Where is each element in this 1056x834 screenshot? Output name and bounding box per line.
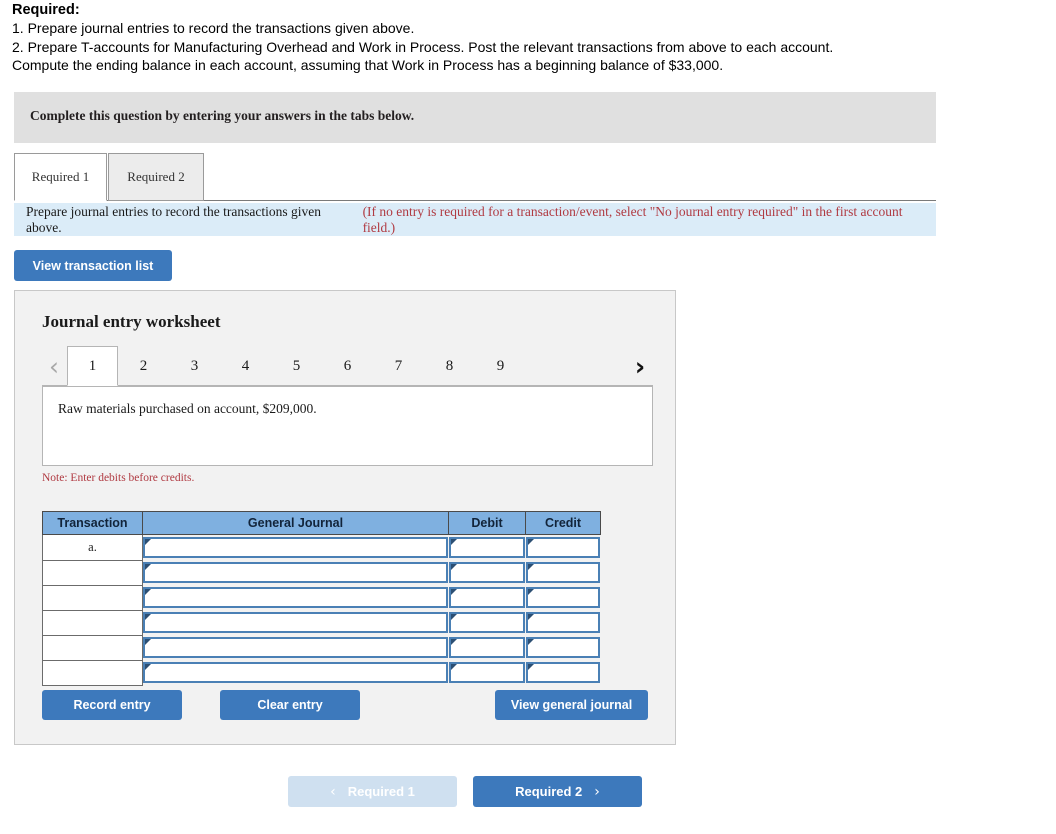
complete-question-banner: Complete this question by entering your … [14,92,936,143]
next-requirement-button[interactable]: Required 2 › [473,776,642,807]
debit-input-3[interactable] [448,587,525,608]
debit-input-6[interactable] [448,662,525,683]
credit-cell-6 [525,660,601,685]
general-journal-cell-2 [143,560,449,585]
general-journal-input-1[interactable] [143,537,448,558]
transaction-label-3 [42,584,143,611]
previous-requirement-label: Required 1 [347,784,415,799]
general-journal-input-3[interactable] [143,587,448,608]
transaction-description-text: Raw materials purchased on account, $209… [58,401,317,416]
table-row [42,559,601,586]
column-header-credit: Credit [525,511,601,535]
credit-input-6[interactable] [525,662,600,683]
general-journal-input-2[interactable] [143,562,448,583]
complete-question-text: Complete this question by entering your … [30,108,415,123]
transaction-label-5 [42,634,143,661]
transaction-label-2 [42,559,143,586]
tab-required-2[interactable]: Required 2 [108,153,204,201]
view-transaction-list-button[interactable]: View transaction list [14,250,172,281]
chevron-right-icon: › [594,783,600,800]
worksheet-page-7[interactable]: 7 [373,346,424,386]
worksheet-page-2[interactable]: 2 [118,346,169,386]
table-row [42,659,601,686]
general-journal-cell-5 [143,635,449,660]
worksheet-page-6[interactable]: 6 [322,346,373,386]
previous-requirement-button[interactable]: ‹ Required 1 [288,776,457,807]
page-title: Required: [12,2,80,18]
credit-cell-2 [525,560,601,585]
column-header-debit: Debit [448,511,526,535]
credit-cell-4 [525,610,601,635]
credit-cell-5 [525,635,601,660]
worksheet-pagination: ‹ 1 2 3 4 5 6 7 8 9 › [42,346,653,386]
general-journal-input-4[interactable] [143,612,448,633]
chevron-left-icon[interactable]: ‹ [42,352,66,380]
journal-entry-table: Transaction General Journal Debit Credit… [42,511,601,686]
transaction-label-4 [42,609,143,636]
required-item-2-continued: Compute the ending balance in each accou… [12,57,724,73]
worksheet-page-8[interactable]: 8 [424,346,475,386]
worksheet-page-3[interactable]: 3 [169,346,220,386]
credit-input-1[interactable] [525,537,600,558]
chevron-left-icon: ‹ [330,783,336,800]
worksheet-page-1[interactable]: 1 [67,346,118,386]
debit-cell-4 [448,610,526,635]
required-section: Required: 1. Prepare journal entries to … [0,0,942,75]
instruction-banner: Prepare journal entries to record the tr… [14,203,936,236]
table-row [42,634,601,661]
requirement-tabs: Required 1 Required 2 [14,153,936,201]
required-item-2: 2. Prepare T-accounts for Manufacturing … [12,38,834,55]
transaction-description-box: Raw materials purchased on account, $209… [42,386,653,466]
instruction-note: (If no entry is required for a transacti… [362,203,903,235]
transaction-label-1: a. [42,534,143,561]
required-item-1: 1. Prepare journal entries to record the… [12,20,415,36]
clear-entry-button[interactable]: Clear entry [220,690,360,720]
general-journal-cell-6 [143,660,449,685]
credit-cell-3 [525,585,601,610]
table-row: a. [42,534,601,561]
table-row [42,584,601,611]
worksheet-title: Journal entry worksheet [42,312,221,331]
column-header-general-journal: General Journal [142,511,449,535]
next-requirement-label: Required 2 [515,784,583,799]
debit-cell-2 [448,560,526,585]
tab-required-1[interactable]: Required 1 [14,153,107,201]
journal-entry-worksheet-panel: Journal entry worksheet ‹ 1 2 3 4 5 6 7 … [14,290,676,745]
worksheet-page-9[interactable]: 9 [475,346,526,386]
general-journal-input-5[interactable] [143,637,448,658]
record-entry-button[interactable]: Record entry [42,690,182,720]
general-journal-input-6[interactable] [143,662,448,683]
debit-cell-6 [448,660,526,685]
debit-cell-3 [448,585,526,610]
instruction-text: Prepare journal entries to record the tr… [26,203,322,235]
credit-input-2[interactable] [525,562,600,583]
column-header-transaction: Transaction [42,511,143,535]
general-journal-cell-4 [143,610,449,635]
debit-input-2[interactable] [448,562,525,583]
tab-required-1-label: Required 1 [31,169,90,184]
general-journal-cell-1 [143,535,449,561]
credit-input-3[interactable] [525,587,600,608]
credit-cell-1 [525,535,601,561]
general-journal-cell-3 [143,585,449,610]
chevron-right-icon[interactable]: › [628,352,652,380]
debits-before-credits-note: Note: Enter debits before credits. [42,472,195,484]
table-header-row: Transaction General Journal Debit Credit [42,511,601,535]
view-general-journal-button[interactable]: View general journal [495,690,648,720]
debit-input-1[interactable] [448,537,525,558]
debit-input-5[interactable] [448,637,525,658]
debit-input-4[interactable] [448,612,525,633]
debit-cell-5 [448,635,526,660]
worksheet-page-4[interactable]: 4 [220,346,271,386]
transaction-label-6 [42,659,143,686]
debit-cell-1 [448,535,526,561]
worksheet-page-5[interactable]: 5 [271,346,322,386]
credit-input-4[interactable] [525,612,600,633]
credit-input-5[interactable] [525,637,600,658]
tab-required-2-label: Required 2 [127,169,185,184]
table-row [42,609,601,636]
